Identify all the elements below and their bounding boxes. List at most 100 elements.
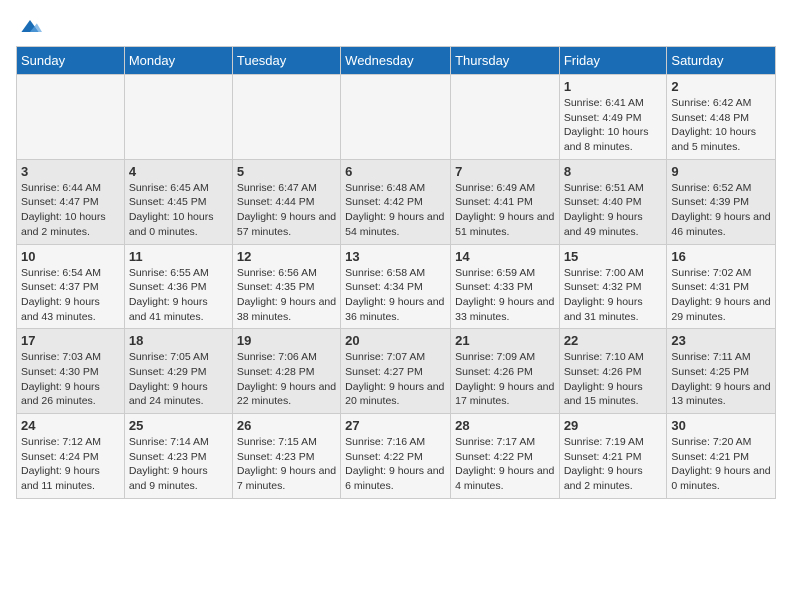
calendar-cell: 12 Sunrise: 6:56 AM Sunset: 4:35 PM Dayli…	[232, 244, 340, 329]
calendar-cell: 1 Sunrise: 6:41 AM Sunset: 4:49 PM Daylig…	[559, 75, 667, 160]
day-info: Sunrise: 7:09 AM Sunset: 4:26 PM Dayligh…	[455, 350, 555, 409]
logo	[16, 16, 42, 36]
header-sunday: Sunday	[17, 47, 125, 75]
calendar-cell: 24 Sunrise: 7:12 AM Sunset: 4:24 PM Dayli…	[17, 414, 125, 499]
calendar-week-2: 3 Sunrise: 6:44 AM Sunset: 4:47 PM Daylig…	[17, 159, 776, 244]
day-number: 29	[564, 418, 663, 433]
calendar-cell: 5 Sunrise: 6:47 AM Sunset: 4:44 PM Daylig…	[232, 159, 340, 244]
day-info: Sunrise: 7:20 AM Sunset: 4:21 PM Dayligh…	[671, 435, 771, 494]
calendar-cell: 13 Sunrise: 6:58 AM Sunset: 4:34 PM Dayli…	[341, 244, 451, 329]
calendar-cell: 30 Sunrise: 7:20 AM Sunset: 4:21 PM Dayli…	[667, 414, 776, 499]
calendar-cell	[124, 75, 232, 160]
day-number: 25	[129, 418, 228, 433]
calendar-cell: 15 Sunrise: 7:00 AM Sunset: 4:32 PM Dayli…	[559, 244, 667, 329]
calendar-cell: 29 Sunrise: 7:19 AM Sunset: 4:21 PM Dayli…	[559, 414, 667, 499]
day-number: 3	[21, 164, 120, 179]
day-info: Sunrise: 6:58 AM Sunset: 4:34 PM Dayligh…	[345, 266, 446, 325]
calendar-header: Sunday Monday Tuesday Wednesday Thursday…	[17, 47, 776, 75]
calendar-cell: 23Sunrise: 7:11 AM Sunset: 4:25 PM Dayli…	[667, 329, 776, 414]
day-info: Sunrise: 6:42 AM Sunset: 4:48 PM Dayligh…	[671, 96, 771, 155]
calendar-cell: 26 Sunrise: 7:15 AM Sunset: 4:23 PM Dayli…	[232, 414, 340, 499]
calendar-cell: 28 Sunrise: 7:17 AM Sunset: 4:22 PM Dayli…	[451, 414, 560, 499]
header-row: Sunday Monday Tuesday Wednesday Thursday…	[17, 47, 776, 75]
calendar-cell	[17, 75, 125, 160]
day-info: Sunrise: 6:47 AM Sunset: 4:44 PM Dayligh…	[237, 181, 336, 240]
day-info: Sunrise: 7:16 AM Sunset: 4:22 PM Dayligh…	[345, 435, 446, 494]
day-number: 13	[345, 249, 446, 264]
day-info: Sunrise: 6:49 AM Sunset: 4:41 PM Dayligh…	[455, 181, 555, 240]
calendar-cell: 11Sunrise: 6:55 AM Sunset: 4:36 PM Dayli…	[124, 244, 232, 329]
header-thursday: Thursday	[451, 47, 560, 75]
calendar-cell: 21 Sunrise: 7:09 AM Sunset: 4:26 PM Dayli…	[451, 329, 560, 414]
day-info: Sunrise: 6:56 AM Sunset: 4:35 PM Dayligh…	[237, 266, 336, 325]
day-info: Sunrise: 7:14 AM Sunset: 4:23 PM Dayligh…	[129, 435, 228, 494]
day-number: 4	[129, 164, 228, 179]
calendar-body: 1 Sunrise: 6:41 AM Sunset: 4:49 PM Daylig…	[17, 75, 776, 499]
calendar-cell: 17 Sunrise: 7:03 AM Sunset: 4:30 PM Dayli…	[17, 329, 125, 414]
calendar-cell: 4 Sunrise: 6:45 AM Sunset: 4:45 PM Daylig…	[124, 159, 232, 244]
day-number: 14	[455, 249, 555, 264]
calendar-cell: 27 Sunrise: 7:16 AM Sunset: 4:22 PM Dayli…	[341, 414, 451, 499]
day-number: 20	[345, 333, 446, 348]
calendar-cell: 20 Sunrise: 7:07 AM Sunset: 4:27 PM Dayli…	[341, 329, 451, 414]
day-number: 26	[237, 418, 336, 433]
day-info: Sunrise: 7:12 AM Sunset: 4:24 PM Dayligh…	[21, 435, 120, 494]
calendar-week-5: 24 Sunrise: 7:12 AM Sunset: 4:24 PM Dayli…	[17, 414, 776, 499]
day-info: Sunrise: 7:03 AM Sunset: 4:30 PM Dayligh…	[21, 350, 120, 409]
day-info: Sunrise: 7:05 AM Sunset: 4:29 PM Dayligh…	[129, 350, 228, 409]
calendar-cell: 8 Sunrise: 6:51 AM Sunset: 4:40 PM Daylig…	[559, 159, 667, 244]
header-tuesday: Tuesday	[232, 47, 340, 75]
day-info: Sunrise: 7:10 AM Sunset: 4:26 PM Dayligh…	[564, 350, 663, 409]
header-monday: Monday	[124, 47, 232, 75]
day-number: 12	[237, 249, 336, 264]
day-info: Sunrise: 6:51 AM Sunset: 4:40 PM Dayligh…	[564, 181, 663, 240]
day-info: Sunrise: 7:00 AM Sunset: 4:32 PM Dayligh…	[564, 266, 663, 325]
day-number: 6	[345, 164, 446, 179]
day-info: Sunrise: 6:48 AM Sunset: 4:42 PM Dayligh…	[345, 181, 446, 240]
calendar-cell: 9 Sunrise: 6:52 AM Sunset: 4:39 PM Daylig…	[667, 159, 776, 244]
day-number: 27	[345, 418, 446, 433]
calendar-cell: 10 Sunrise: 6:54 AM Sunset: 4:37 PM Dayli…	[17, 244, 125, 329]
day-info: Sunrise: 7:19 AM Sunset: 4:21 PM Dayligh…	[564, 435, 663, 494]
day-number: 8	[564, 164, 663, 179]
day-number: 21	[455, 333, 555, 348]
day-info: Sunrise: 6:41 AM Sunset: 4:49 PM Dayligh…	[564, 96, 663, 155]
day-number: 18	[129, 333, 228, 348]
day-info: Sunrise: 6:54 AM Sunset: 4:37 PM Dayligh…	[21, 266, 120, 325]
header-wednesday: Wednesday	[341, 47, 451, 75]
day-info: Sunrise: 7:17 AM Sunset: 4:22 PM Dayligh…	[455, 435, 555, 494]
day-info: Sunrise: 6:44 AM Sunset: 4:47 PM Dayligh…	[21, 181, 120, 240]
calendar-cell: 3 Sunrise: 6:44 AM Sunset: 4:47 PM Daylig…	[17, 159, 125, 244]
day-number: 2	[671, 79, 771, 94]
calendar-cell	[451, 75, 560, 160]
day-number: 24	[21, 418, 120, 433]
day-number: 1	[564, 79, 663, 94]
day-number: 15	[564, 249, 663, 264]
day-number: 5	[237, 164, 336, 179]
day-info: Sunrise: 7:15 AM Sunset: 4:23 PM Dayligh…	[237, 435, 336, 494]
calendar-week-1: 1 Sunrise: 6:41 AM Sunset: 4:49 PM Daylig…	[17, 75, 776, 160]
calendar-cell: 25 Sunrise: 7:14 AM Sunset: 4:23 PM Dayli…	[124, 414, 232, 499]
day-number: 10	[21, 249, 120, 264]
day-number: 9	[671, 164, 771, 179]
calendar-cell	[341, 75, 451, 160]
day-info: Sunrise: 7:02 AM Sunset: 4:31 PM Dayligh…	[671, 266, 771, 325]
day-number: 11	[129, 249, 228, 264]
day-info: Sunrise: 7:07 AM Sunset: 4:27 PM Dayligh…	[345, 350, 446, 409]
day-number: 30	[671, 418, 771, 433]
calendar-cell: 2 Sunrise: 6:42 AM Sunset: 4:48 PM Daylig…	[667, 75, 776, 160]
day-info: Sunrise: 6:59 AM Sunset: 4:33 PM Dayligh…	[455, 266, 555, 325]
day-number: 23	[671, 333, 771, 348]
day-info: Sunrise: 6:52 AM Sunset: 4:39 PM Dayligh…	[671, 181, 771, 240]
calendar-week-4: 17 Sunrise: 7:03 AM Sunset: 4:30 PM Dayli…	[17, 329, 776, 414]
calendar-cell: 7 Sunrise: 6:49 AM Sunset: 4:41 PM Daylig…	[451, 159, 560, 244]
day-info: Sunrise: 6:45 AM Sunset: 4:45 PM Dayligh…	[129, 181, 228, 240]
page-header	[16, 16, 776, 36]
day-number: 28	[455, 418, 555, 433]
calendar-cell: 18 Sunrise: 7:05 AM Sunset: 4:29 PM Dayli…	[124, 329, 232, 414]
logo-icon	[18, 16, 42, 36]
day-number: 22	[564, 333, 663, 348]
day-number: 7	[455, 164, 555, 179]
calendar-cell: 6 Sunrise: 6:48 AM Sunset: 4:42 PM Daylig…	[341, 159, 451, 244]
day-number: 17	[21, 333, 120, 348]
